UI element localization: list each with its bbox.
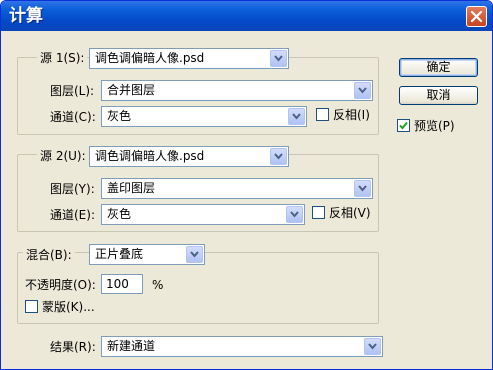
opacity-field[interactable] [102, 275, 142, 293]
source2-file-arrow[interactable] [270, 148, 287, 165]
chevron-down-icon [190, 251, 199, 258]
source2-layer-value: 盖印图层 [107, 181, 156, 195]
source1-label: 源 1(S): [37, 50, 88, 66]
chevron-down-icon [368, 343, 377, 350]
source2-file-value: 调色调偏暗人像.psd [95, 149, 205, 163]
result-arrow[interactable] [364, 338, 381, 355]
source2-label: 源 2(U): [37, 148, 89, 164]
source1-file-value: 调色调偏暗人像.psd [95, 51, 205, 65]
preview-checkbox[interactable]: 预览(P) [397, 118, 467, 134]
source1-invert-box[interactable] [316, 108, 329, 121]
opacity-input[interactable] [101, 274, 143, 294]
chevron-down-icon [290, 211, 299, 218]
title-bar[interactable]: 计算 [1, 1, 492, 31]
source2-channel-value: 灰色 [107, 207, 132, 221]
source2-invert-box[interactable] [312, 206, 325, 219]
result-dropdown[interactable]: 新建通道 [101, 336, 383, 357]
mask-label: 蒙版(K)... [42, 300, 95, 314]
source2-file-dropdown[interactable]: 调色调偏暗人像.psd [89, 146, 289, 167]
source1-channel-arrow[interactable] [288, 108, 305, 125]
chevron-down-icon [358, 185, 367, 192]
source1-layer-label: 图层(L): [50, 84, 95, 98]
chevron-down-icon [358, 87, 367, 94]
source2-channel-label: 通道(E): [50, 208, 95, 222]
source1-invert-checkbox[interactable]: 反相(I) [316, 107, 376, 123]
source2-invert-checkbox[interactable]: 反相(V) [312, 205, 374, 221]
chevron-down-icon [274, 153, 283, 160]
source2-channel-dropdown[interactable]: 灰色 [101, 204, 305, 225]
source1-file-dropdown[interactable]: 调色调偏暗人像.psd [89, 48, 289, 69]
blending-label: 混合(B): [23, 247, 75, 263]
close-button[interactable] [466, 6, 487, 27]
source1-channel-dropdown[interactable]: 灰色 [101, 106, 307, 127]
mask-box[interactable] [25, 300, 38, 313]
chevron-down-icon [292, 113, 301, 120]
blending-mode-dropdown[interactable]: 正片叠底 [89, 244, 205, 265]
source2-channel-arrow[interactable] [286, 206, 303, 223]
source2-invert-label: 反相(V) [329, 206, 371, 220]
result-label: 结果(R): [50, 340, 96, 354]
preview-box[interactable] [397, 119, 410, 132]
opacity-label: 不透明度(O): [25, 278, 96, 292]
cancel-button[interactable]: 取消 [399, 86, 478, 105]
calculations-dialog: 计算 源 1(S): 调色调偏暗人像.psd 图层(L): 合并图层 通道(C)… [0, 0, 493, 370]
checkmark-icon [399, 121, 408, 130]
dialog-title: 计算 [9, 6, 43, 26]
result-value: 新建通道 [107, 339, 156, 353]
ok-button[interactable]: 确定 [399, 58, 478, 77]
blending-mode-value: 正片叠底 [95, 247, 144, 261]
source2-layer-arrow[interactable] [354, 180, 371, 197]
chevron-down-icon [274, 55, 283, 62]
source1-layer-arrow[interactable] [354, 82, 371, 99]
preview-label: 预览(P) [414, 119, 455, 133]
source2-layer-dropdown[interactable]: 盖印图层 [101, 178, 373, 199]
close-icon [470, 10, 483, 23]
source1-channel-label: 通道(C): [50, 110, 96, 124]
opacity-unit: % [152, 278, 164, 292]
blending-mode-arrow[interactable] [186, 246, 203, 263]
source1-channel-value: 灰色 [107, 109, 132, 123]
source1-layer-value: 合并图层 [107, 83, 156, 97]
source2-layer-label: 图层(Y): [50, 182, 95, 196]
mask-checkbox[interactable]: 蒙版(K)... [25, 299, 105, 315]
source1-file-arrow[interactable] [270, 50, 287, 67]
source1-invert-label: 反相(I) [333, 108, 370, 122]
source1-layer-dropdown[interactable]: 合并图层 [101, 80, 373, 101]
